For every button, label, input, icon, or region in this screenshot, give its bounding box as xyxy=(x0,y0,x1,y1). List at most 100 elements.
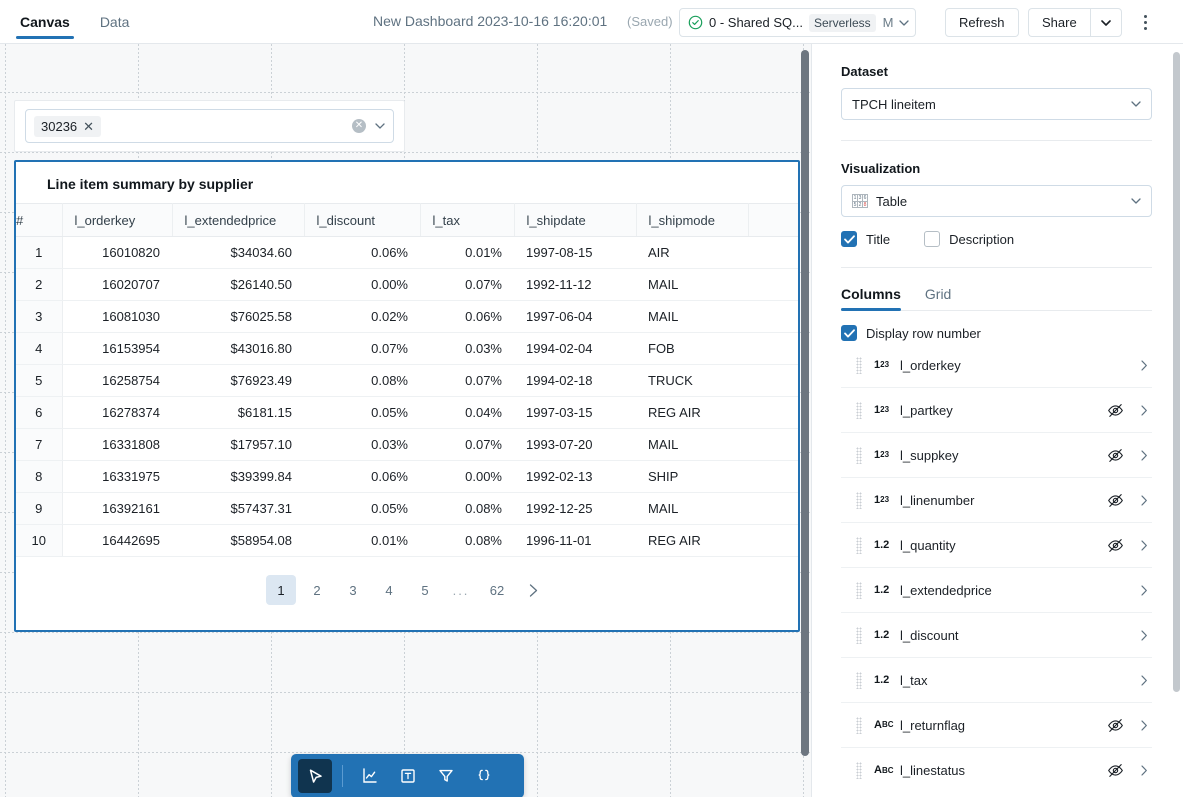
table-row[interactable]: 216020707$26140.500.00%0.07%1992-11-12MA… xyxy=(16,269,798,301)
column-row-l_quantity[interactable]: 1.2l_quantity xyxy=(841,523,1152,568)
dashboard-title[interactable]: New Dashboard 2023-10-16 16:20:01 xyxy=(373,13,607,29)
number-type-icon: 123 xyxy=(874,360,900,371)
refresh-button[interactable]: Refresh xyxy=(945,8,1019,37)
chevron-down-icon xyxy=(1131,198,1141,204)
dataset-select[interactable]: TPCH lineitem xyxy=(841,88,1152,120)
drag-handle-icon[interactable] xyxy=(856,357,862,374)
column-row-l_partkey[interactable]: 123l_partkey xyxy=(841,388,1152,433)
column-expand-button[interactable] xyxy=(1136,585,1152,596)
share-dropdown-button[interactable] xyxy=(1090,8,1122,37)
table-row[interactable]: 316081030$76025.580.02%0.06%1997-06-04MA… xyxy=(16,301,798,333)
tab-canvas[interactable]: Canvas xyxy=(18,0,72,44)
eye-off-icon[interactable] xyxy=(1107,447,1124,464)
title-checkbox[interactable] xyxy=(841,231,857,247)
column-row-l_tax[interactable]: 1.2l_tax xyxy=(841,658,1152,703)
pagination-page-2[interactable]: 2 xyxy=(302,575,332,605)
drag-handle-icon[interactable] xyxy=(856,492,862,509)
dataset-value: TPCH lineitem xyxy=(852,97,936,112)
tab-data[interactable]: Data xyxy=(98,0,132,44)
column-header-l_extendedprice[interactable]: l_extendedprice xyxy=(172,204,304,237)
canvas-scrollbar-thumb[interactable] xyxy=(801,50,809,756)
column-expand-button[interactable] xyxy=(1136,765,1152,776)
chart-tool[interactable] xyxy=(353,759,387,793)
column-expand-button[interactable] xyxy=(1136,405,1152,416)
column-expand-button[interactable] xyxy=(1136,675,1152,686)
eye-off-icon[interactable] xyxy=(1107,762,1124,779)
share-button-group: Share xyxy=(1028,8,1122,37)
table-widget[interactable]: Line item summary by supplier #l_orderke… xyxy=(14,160,800,632)
drag-handle-icon[interactable] xyxy=(856,717,862,734)
pagination-page-62[interactable]: 62 xyxy=(482,575,512,605)
pagination-page-4[interactable]: 4 xyxy=(374,575,404,605)
column-header-l_shipmode[interactable]: l_shipmode xyxy=(636,204,748,237)
column-expand-button[interactable] xyxy=(1136,630,1152,641)
drag-handle-icon[interactable] xyxy=(856,447,862,464)
drag-handle-icon[interactable] xyxy=(856,582,862,599)
column-expand-button[interactable] xyxy=(1136,720,1152,731)
table-row[interactable]: 816331975$39399.840.06%0.00%1992-02-13SH… xyxy=(16,461,798,493)
table-row[interactable]: 516258754$76923.490.08%0.07%1994-02-18TR… xyxy=(16,365,798,397)
table-row[interactable]: 1016442695$58954.080.01%0.08%1996-11-01R… xyxy=(16,525,798,557)
column-header-#[interactable]: # xyxy=(16,204,62,237)
chevron-down-icon[interactable] xyxy=(375,123,385,129)
eye-off-icon[interactable] xyxy=(1107,537,1124,554)
eye-off-icon[interactable] xyxy=(1107,717,1124,734)
panel-scrollbar-thumb[interactable] xyxy=(1173,52,1180,692)
column-header-l_discount[interactable]: l_discount xyxy=(304,204,420,237)
column-row-l_returnflag[interactable]: ABCl_returnflag xyxy=(841,703,1152,748)
column-list: 123l_orderkey123l_partkey123l_suppkey123… xyxy=(841,341,1152,793)
code-tool[interactable] xyxy=(467,759,501,793)
eye-off-icon[interactable] xyxy=(1107,402,1124,419)
share-button[interactable]: Share xyxy=(1028,8,1090,37)
table-row[interactable]: 916392161$57437.310.05%0.08%1992-12-25MA… xyxy=(16,493,798,525)
text-tool[interactable] xyxy=(391,759,425,793)
filter-chip[interactable]: 30236 ✕ xyxy=(34,116,101,137)
column-expand-button[interactable] xyxy=(1136,495,1152,506)
filter-multiselect[interactable]: 30236 ✕ ✕ xyxy=(25,109,394,143)
pagination-page-3[interactable]: 3 xyxy=(338,575,368,605)
cell-l_orderkey: 16020707 xyxy=(62,269,172,301)
select-tool[interactable] xyxy=(298,759,332,793)
filter-widget[interactable]: 30236 ✕ ✕ xyxy=(14,100,405,152)
cluster-selector[interactable]: 0 - Shared SQ... Serverless M xyxy=(679,8,916,37)
table-row[interactable]: 116010820$34034.600.06%0.01%1997-08-15AI… xyxy=(16,237,798,269)
pagination-page-5[interactable]: 5 xyxy=(410,575,440,605)
drag-handle-icon[interactable] xyxy=(856,672,862,689)
table-row[interactable]: 716331808$17957.100.03%0.07%1993-07-20MA… xyxy=(16,429,798,461)
drag-handle-icon[interactable] xyxy=(856,627,862,644)
drag-handle-icon[interactable] xyxy=(856,762,862,779)
display-row-number-checkbox[interactable] xyxy=(841,325,857,341)
filter-tool[interactable] xyxy=(429,759,463,793)
visualization-select[interactable]: 136 528 Table xyxy=(841,185,1152,217)
eye-off-icon[interactable] xyxy=(1107,492,1124,509)
column-row-l_extendedprice[interactable]: 1.2l_extendedprice xyxy=(841,568,1152,613)
canvas-area[interactable]: 30236 ✕ ✕ Line item summary by supplier xyxy=(0,44,812,797)
column-header-l_shipdate[interactable]: l_shipdate xyxy=(514,204,636,237)
table-row[interactable]: 416153954$43016.800.07%0.03%1994-02-04FO… xyxy=(16,333,798,365)
clear-circle-icon[interactable]: ✕ xyxy=(352,119,366,133)
panel-scrollbar[interactable] xyxy=(1173,52,1180,789)
column-row-l_discount[interactable]: 1.2l_discount xyxy=(841,613,1152,658)
pagination-next-button[interactable] xyxy=(518,575,548,605)
cell-l_tax: 0.08% xyxy=(420,525,514,557)
column-header-l_orderkey[interactable]: l_orderkey xyxy=(62,204,172,237)
canvas-scrollbar[interactable] xyxy=(801,50,809,753)
subtab-columns[interactable]: Columns xyxy=(841,286,901,310)
drag-handle-icon[interactable] xyxy=(856,402,862,419)
subtab-grid[interactable]: Grid xyxy=(925,286,951,310)
column-row-l_suppkey[interactable]: 123l_suppkey xyxy=(841,433,1152,478)
column-row-l_linestatus[interactable]: ABCl_linestatus xyxy=(841,748,1152,793)
column-expand-button[interactable] xyxy=(1136,540,1152,551)
column-expand-button[interactable] xyxy=(1136,360,1152,371)
close-icon[interactable]: ✕ xyxy=(83,120,94,133)
drag-handle-icon[interactable] xyxy=(856,537,862,554)
description-checkbox[interactable] xyxy=(924,231,940,247)
more-options-button[interactable] xyxy=(1134,8,1156,37)
column-row-l_orderkey[interactable]: 123l_orderkey xyxy=(841,343,1152,388)
chevron-down-icon xyxy=(1131,101,1141,107)
column-header-l_tax[interactable]: l_tax xyxy=(420,204,514,237)
pagination-page-1[interactable]: 1 xyxy=(266,575,296,605)
table-row[interactable]: 616278374$6181.150.05%0.04%1997-03-15REG… xyxy=(16,397,798,429)
column-expand-button[interactable] xyxy=(1136,450,1152,461)
column-row-l_linenumber[interactable]: 123l_linenumber xyxy=(841,478,1152,523)
